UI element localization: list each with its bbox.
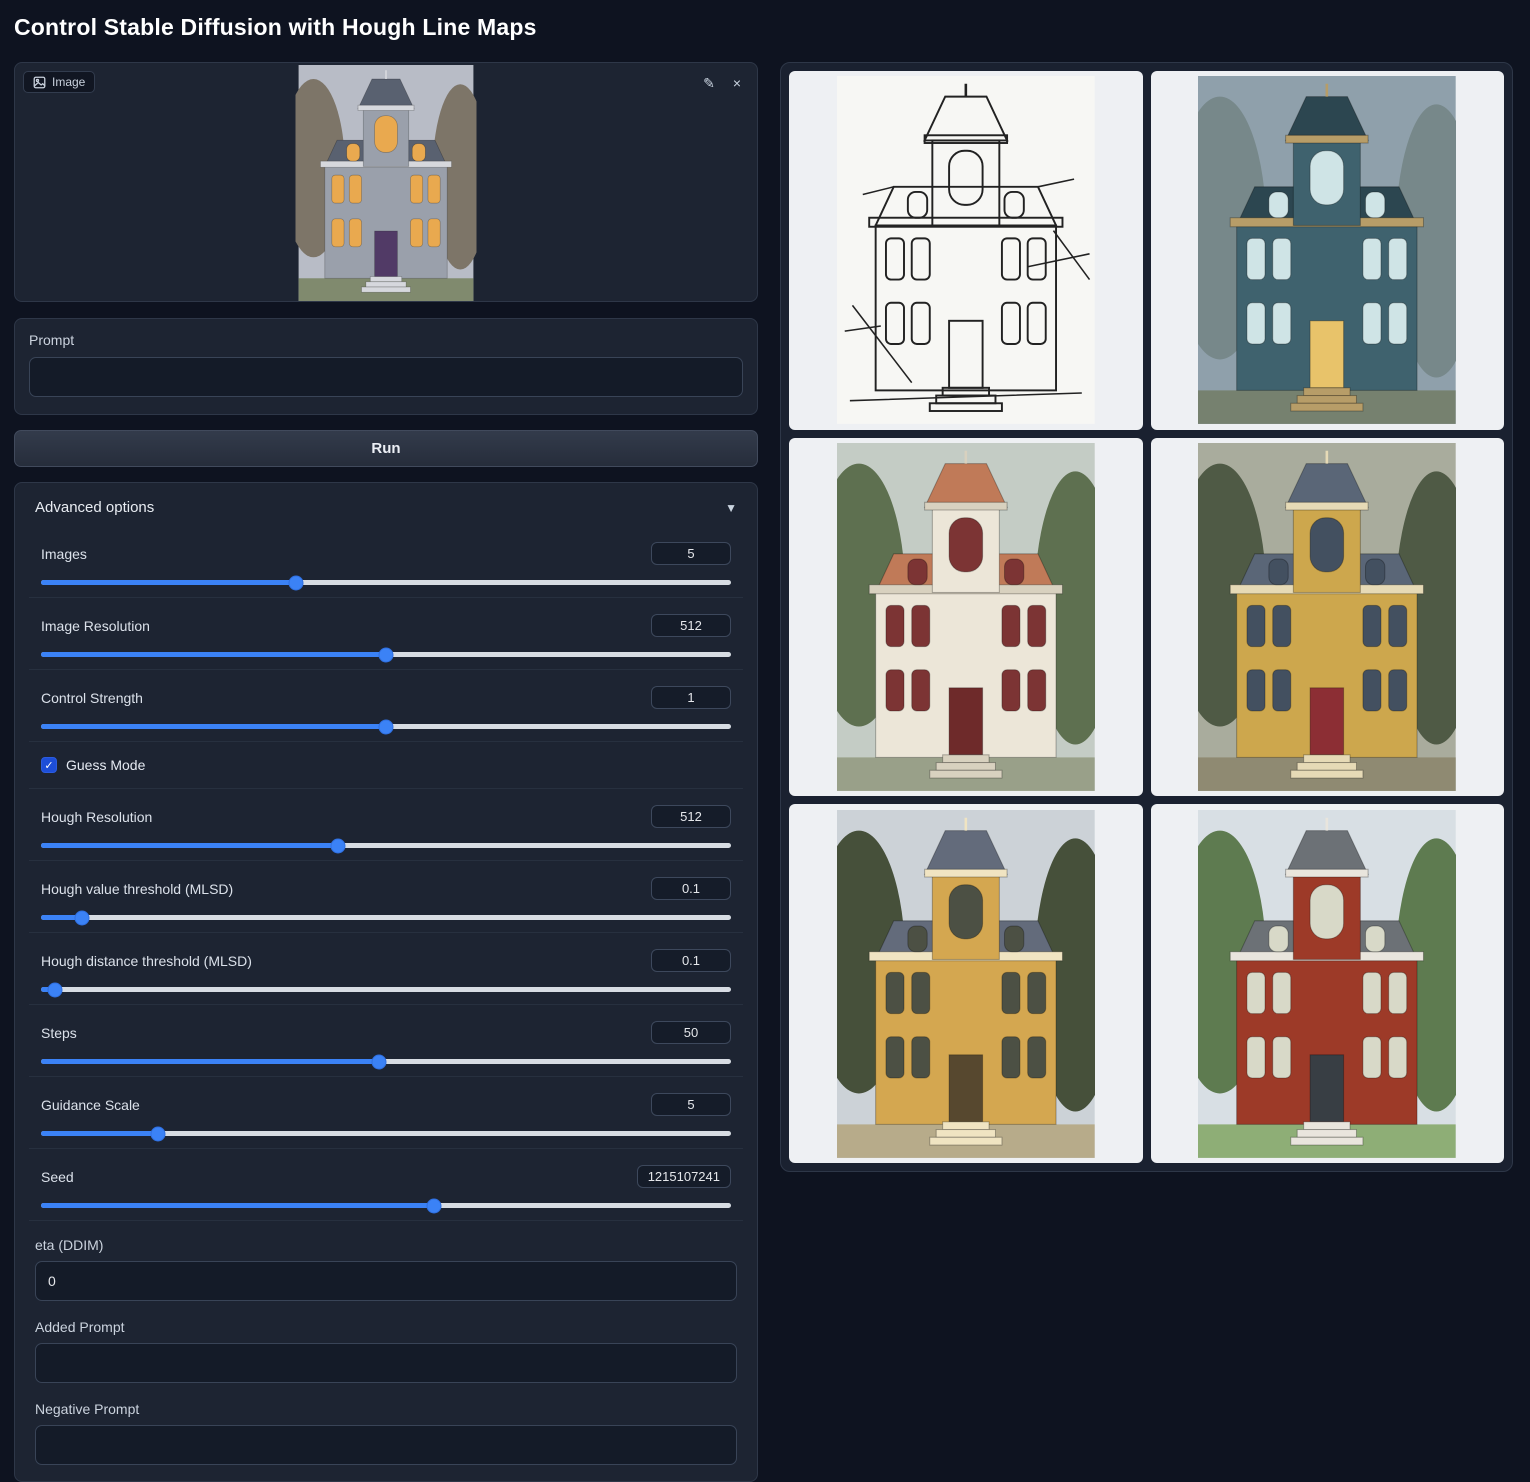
added-prompt-label: Added Prompt [35,1319,737,1335]
slider-track-control-strength[interactable] [41,724,731,729]
slider-knob[interactable] [47,982,62,997]
slider-knob[interactable] [427,1198,442,1213]
slider-row-hough-distance-threshold: Hough distance threshold (MLSD) 0.1 [29,933,743,1005]
prompt-panel: Prompt [14,318,758,415]
slider-value-guidance-scale[interactable]: 5 [651,1093,731,1116]
slider-track-guidance-scale[interactable] [41,1131,731,1136]
image-icon [33,76,46,89]
slider-track-steps[interactable] [41,1059,731,1064]
slider-value-seed[interactable]: 1215107241 [637,1165,731,1188]
added-prompt-group: Added Prompt [29,1303,743,1385]
slider-label-hough-value-threshold: Hough value threshold (MLSD) [41,881,233,897]
slider-track-hough-value-threshold[interactable] [41,915,731,920]
slider-value-hough-resolution[interactable]: 512 [651,805,731,828]
uploaded-image[interactable] [296,65,477,301]
slider-knob[interactable] [379,719,394,734]
advanced-options-panel: Advanced options ▼ Images 5 Image Resolu… [14,482,758,1482]
guess-mode-checkbox-row[interactable]: ✓ Guess Mode [29,742,743,789]
gallery-item-golden-victorian[interactable] [789,804,1143,1163]
slider-label-image-resolution: Image Resolution [41,618,150,634]
gallery-item-blue-victorian[interactable] [1151,71,1505,430]
slider-label-guidance-scale: Guidance Scale [41,1097,140,1113]
slider-row-image-resolution: Image Resolution 512 [29,598,743,670]
slider-label-seed: Seed [41,1169,74,1185]
guess-mode-label: Guess Mode [66,757,145,773]
run-button[interactable]: Run [14,430,758,467]
slider-fill [41,580,296,585]
eta-group: eta (DDIM) [29,1221,743,1303]
image-actions: ✎ × [697,71,749,95]
slider-fill [41,1059,379,1064]
slider-value-images[interactable]: 5 [651,542,731,565]
gallery-item-yellow-victorian[interactable] [1151,438,1505,797]
slider-track-image-resolution[interactable] [41,652,731,657]
slider-label-hough-distance-threshold: Hough distance threshold (MLSD) [41,953,252,969]
slider-fill [41,1131,158,1136]
image-label-chip: Image [23,71,95,93]
slider-label-images: Images [41,546,87,562]
slider-row-steps: Steps 50 [29,1005,743,1077]
slider-row-hough-resolution: Hough Resolution 512 [29,789,743,861]
slider-value-steps[interactable]: 50 [651,1021,731,1044]
chevron-down-icon: ▼ [725,501,737,515]
slider-row-seed: Seed 1215107241 [29,1149,743,1221]
guess-mode-checkbox[interactable]: ✓ [41,757,57,773]
slider-track-hough-resolution[interactable] [41,843,731,848]
image-label: Image [52,75,85,89]
slider-value-control-strength[interactable]: 1 [651,686,731,709]
gallery-item-red-victorian[interactable] [1151,804,1505,1163]
slider-fill [41,724,386,729]
result-gallery [780,62,1513,1172]
input-image-panel: Image ✎ × [14,62,758,302]
slider-row-guidance-scale: Guidance Scale 5 [29,1077,743,1149]
eta-label: eta (DDIM) [35,1237,737,1253]
negative-prompt-input[interactable] [35,1425,737,1465]
prompt-label: Prompt [29,332,743,348]
gallery-item-white-victorian[interactable] [789,438,1143,797]
slider-label-steps: Steps [41,1025,77,1041]
slider-knob[interactable] [289,575,304,590]
slider-fill [41,843,338,848]
slider-fill [41,1203,434,1208]
slider-label-control-strength: Control Strength [41,690,143,706]
slider-track-images[interactable] [41,580,731,585]
prompt-input[interactable] [29,357,743,397]
eta-input[interactable] [35,1261,737,1301]
slider-fill [41,652,386,657]
edit-image-button[interactable]: ✎ [697,71,721,95]
advanced-options-title: Advanced options [35,499,154,516]
gallery-item-hough-line-map[interactable] [789,71,1143,430]
added-prompt-input[interactable] [35,1343,737,1383]
slider-value-hough-distance-threshold[interactable]: 0.1 [651,949,731,972]
page-title: Control Stable Diffusion with Hough Line… [14,14,537,41]
slider-knob[interactable] [379,647,394,662]
clear-image-button[interactable]: × [725,71,749,95]
negative-prompt-label: Negative Prompt [35,1401,737,1417]
slider-row-images: Images 5 [29,526,743,598]
slider-track-hough-distance-threshold[interactable] [41,987,731,992]
slider-label-hough-resolution: Hough Resolution [41,809,152,825]
slider-row-control-strength: Control Strength 1 [29,670,743,742]
slider-knob[interactable] [151,1126,166,1141]
slider-knob[interactable] [75,910,90,925]
slider-value-image-resolution[interactable]: 512 [651,614,731,637]
slider-value-hough-value-threshold[interactable]: 0.1 [651,877,731,900]
slider-knob[interactable] [330,838,345,853]
slider-track-seed[interactable] [41,1203,731,1208]
slider-row-hough-value-threshold: Hough value threshold (MLSD) 0.1 [29,861,743,933]
slider-knob[interactable] [372,1054,387,1069]
advanced-options-header[interactable]: Advanced options ▼ [29,497,743,526]
